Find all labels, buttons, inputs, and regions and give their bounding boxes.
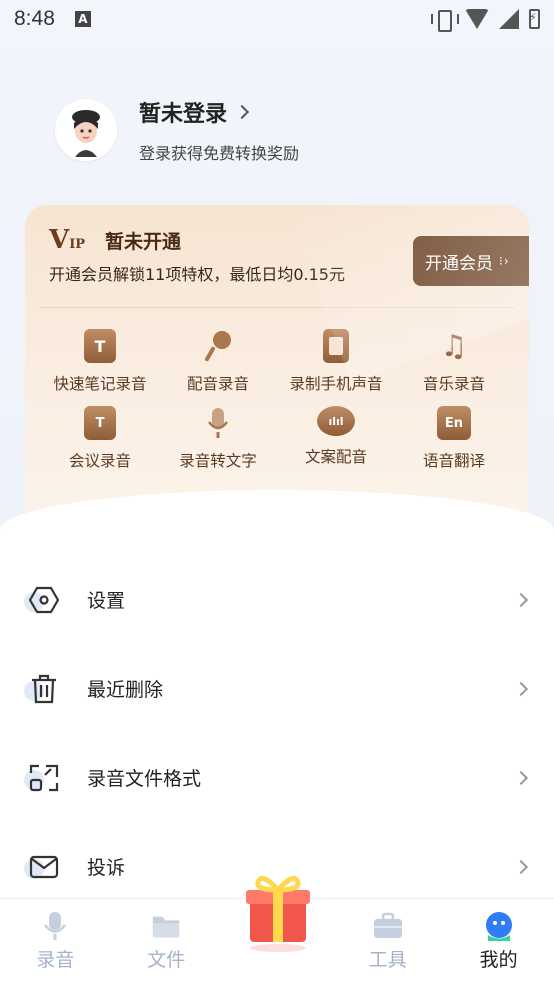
mail-icon — [24, 851, 60, 883]
battery-charging-icon — [529, 9, 540, 29]
menu-item-recording-format[interactable]: 录音文件格式 — [0, 733, 554, 822]
nav-mine[interactable]: 我的 — [443, 899, 554, 984]
vip-description: 开通会员解锁11项特权，最低日均0.15元 — [49, 265, 345, 284]
phone-icon — [323, 329, 349, 363]
avatar-illustration-icon — [55, 99, 117, 161]
feature-label: 快速笔记录音 — [53, 375, 147, 393]
feature-recording-to-text[interactable]: 录音转文字 — [159, 406, 277, 471]
chevron-right-icon — [234, 104, 250, 120]
settings-menu: 设置 最近删除 录音文件格式 投诉 — [0, 555, 554, 911]
feature-copy-dubbing[interactable]: ılıl 文案配音 — [277, 406, 395, 471]
nav-files[interactable]: 文件 — [111, 899, 222, 984]
login-subtitle: 登录获得免费转换奖励 — [139, 144, 300, 163]
trash-icon — [24, 673, 60, 705]
menu-label: 录音文件格式 — [87, 768, 202, 790]
vip-title: VIP 暂未开通 — [49, 225, 181, 255]
feature-music-recording[interactable]: ♫ 音乐录音 — [395, 329, 513, 394]
chevron-right-icon — [513, 859, 529, 874]
status-time: 8:48 — [14, 7, 55, 30]
feature-label: 语音翻译 — [422, 452, 485, 470]
vip-features-grid: T 快速笔记录音 配音录音 录制手机声音 ♫ 音乐录音 T 会议录音 录音转文字… — [41, 329, 513, 471]
settings-hexagon-icon — [24, 584, 60, 616]
file-format-icon — [24, 762, 60, 794]
feature-label: 音乐录音 — [422, 375, 485, 393]
divider — [39, 307, 515, 308]
translate-en-icon: En — [437, 406, 471, 440]
arrow-dots-icon: ⁝› — [499, 254, 510, 268]
music-note-icon: ♫ — [440, 328, 468, 364]
menu-item-recently-deleted[interactable]: 最近删除 — [0, 644, 554, 733]
menu-label: 设置 — [87, 590, 126, 612]
feature-voice-translation[interactable]: En 语音翻译 — [395, 406, 513, 471]
chevron-right-icon — [513, 681, 529, 696]
profile-login-area[interactable]: 暂未登录 登录获得免费转换奖励 — [55, 96, 299, 164]
open-vip-button-label: 开通会员 — [425, 253, 493, 274]
folder-icon — [151, 911, 181, 941]
menu-label: 最近删除 — [87, 679, 164, 701]
vip-card[interactable]: VIP 暂未开通 开通会员解锁11项特权，最低日均0.15元 开通会员 ⁝› T… — [25, 205, 529, 525]
notification-a-icon: A — [74, 11, 91, 27]
chevron-right-icon — [513, 592, 529, 607]
feature-label: 录音转文字 — [179, 452, 257, 470]
microphone-icon — [40, 911, 70, 941]
login-title[interactable]: 暂未登录 — [139, 96, 299, 128]
cell-signal-icon — [499, 9, 519, 29]
text-t-icon: T — [84, 329, 116, 363]
toolbox-icon — [373, 911, 403, 941]
menu-label: 投诉 — [87, 857, 126, 879]
gift-icon[interactable] — [240, 868, 316, 954]
wifi-icon — [465, 9, 489, 29]
feature-quick-note-recording[interactable]: T 快速笔记录音 — [41, 329, 159, 394]
profile-icon — [484, 911, 514, 941]
status-bar: 8:48 A — [0, 0, 554, 38]
nav-label: 录音 — [36, 949, 75, 971]
vip-status: 暂未开通 — [105, 231, 182, 253]
feature-label: 会议录音 — [68, 452, 131, 470]
feature-record-phone-sound[interactable]: 录制手机声音 — [277, 329, 395, 394]
chevron-right-icon — [513, 770, 529, 785]
feature-dubbing-recording[interactable]: 配音录音 — [159, 329, 277, 394]
waveform-bubble-icon: ılıl — [317, 406, 355, 436]
microphone-icon — [202, 329, 234, 363]
meeting-icon: T — [84, 406, 116, 440]
avatar[interactable] — [55, 99, 117, 161]
feature-meeting-recording[interactable]: T 会议录音 — [41, 406, 159, 471]
nav-label: 文件 — [147, 949, 186, 971]
feature-label: 录制手机声音 — [289, 375, 383, 393]
feature-label: 配音录音 — [186, 375, 249, 393]
nav-label: 我的 — [479, 949, 518, 971]
login-title-label: 暂未登录 — [139, 102, 228, 127]
vip-logo: VIP — [49, 225, 86, 255]
nav-label: 工具 — [368, 949, 407, 971]
mic-to-text-icon — [202, 406, 234, 440]
nav-tools[interactable]: 工具 — [332, 899, 443, 984]
open-vip-button[interactable]: 开通会员 ⁝› — [413, 236, 529, 286]
status-icons — [431, 9, 540, 32]
nav-record[interactable]: 录音 — [0, 899, 111, 984]
menu-item-settings[interactable]: 设置 — [0, 555, 554, 644]
vibrate-icon — [431, 9, 459, 32]
feature-label: 文案配音 — [304, 448, 367, 466]
